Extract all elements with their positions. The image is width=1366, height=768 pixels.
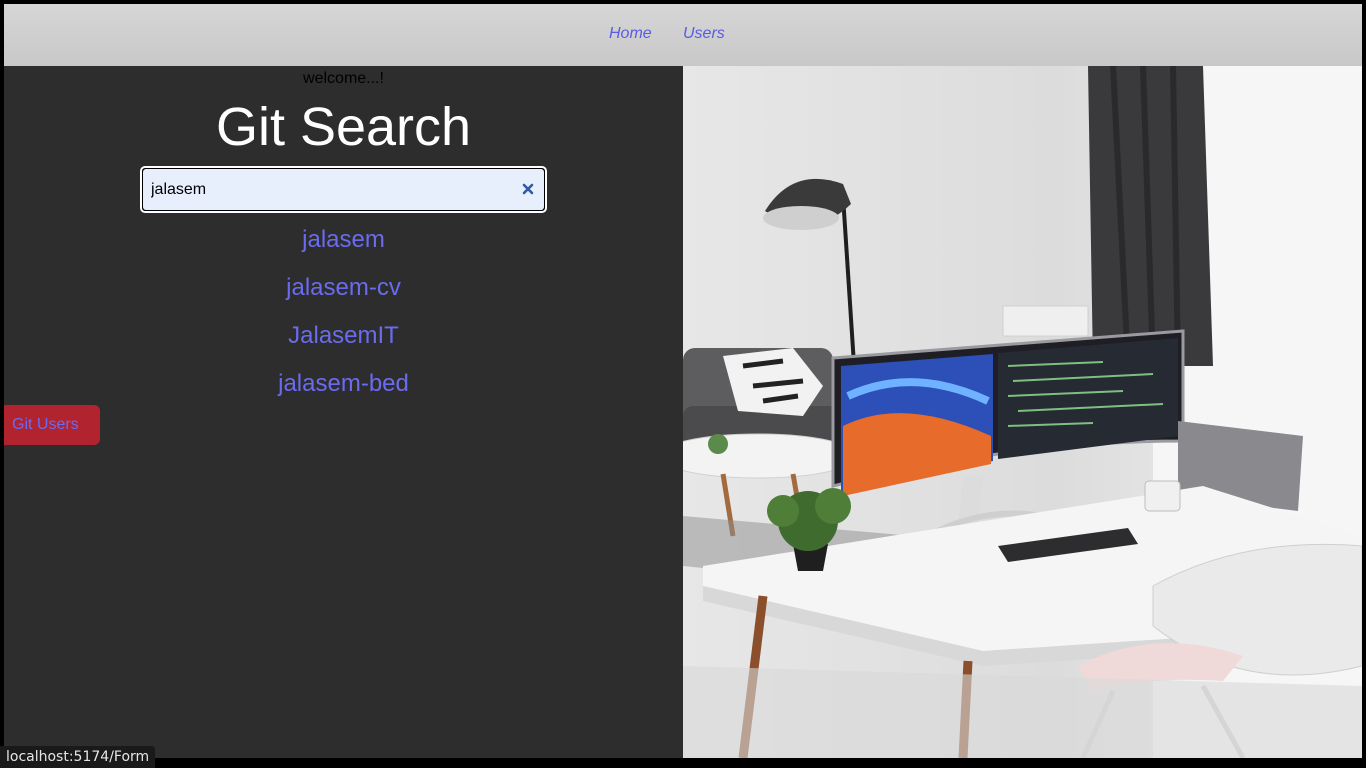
page-title: Git Search — [215, 97, 472, 157]
search-results-list: jalasem jalasem-cv JalasemIT jalasem-bed — [4, 221, 683, 413]
app-window: Home Users welcome...! Git Search jalase… — [4, 4, 1362, 758]
search-input[interactable] — [143, 169, 544, 210]
welcome-text: welcome...! — [303, 70, 384, 87]
status-bar-url: localhost:5174/Form — [0, 746, 156, 768]
workspace-photo — [683, 66, 1362, 758]
search-result-link[interactable]: jalasem-cv — [4, 269, 683, 317]
nav-link-users[interactable]: Users — [683, 25, 725, 43]
search-result-link[interactable]: JalasemIT — [4, 317, 683, 365]
git-users-button[interactable]: Git Users — [4, 405, 100, 445]
hero-image — [683, 66, 1362, 758]
search-result-link[interactable]: jalasem — [4, 221, 683, 269]
search-box — [140, 166, 547, 213]
top-navbar: Home Users — [4, 4, 1362, 66]
search-result-link[interactable]: jalasem-bed — [4, 365, 683, 413]
close-icon[interactable] — [520, 181, 536, 197]
search-panel: welcome...! Git Search jalasem jalasem-c… — [4, 66, 683, 758]
nav-link-home[interactable]: Home — [609, 25, 652, 43]
